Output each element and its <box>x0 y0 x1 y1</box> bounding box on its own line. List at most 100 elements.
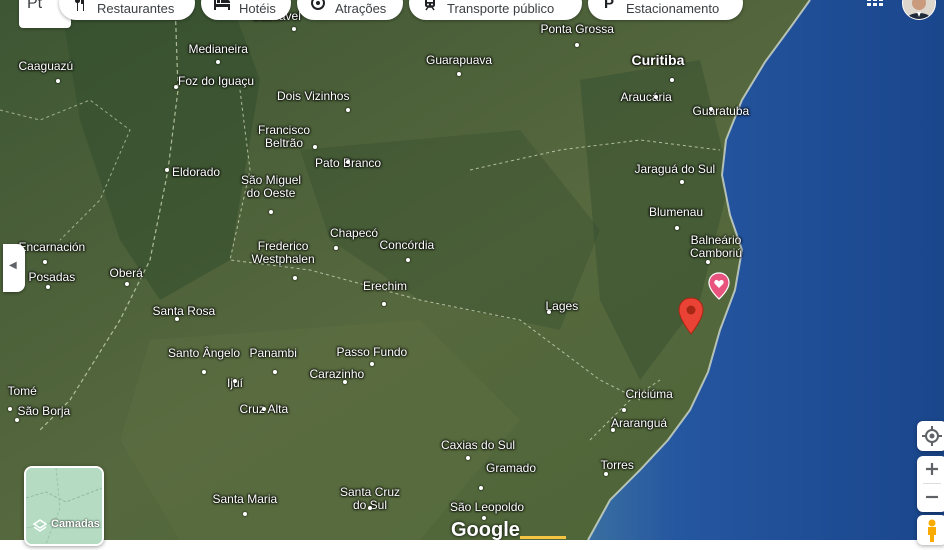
layers-stack-icon <box>32 519 48 538</box>
place-dot <box>243 512 247 516</box>
place-dot <box>604 472 608 476</box>
place-label[interactable]: Gramado <box>486 462 536 475</box>
google-logo: Google <box>451 519 520 540</box>
place-dot <box>368 506 372 510</box>
place-dot <box>292 27 296 31</box>
chip-transporte-publico[interactable]: Transporte público <box>409 0 582 20</box>
saved-place-pin[interactable] <box>708 272 730 300</box>
place-label[interactable]: Araranguá <box>611 417 667 430</box>
place-dot <box>56 79 60 83</box>
apps-grid-button[interactable] <box>866 0 884 12</box>
route-line <box>520 536 566 539</box>
crosshair-icon <box>922 426 942 446</box>
map-pin-icon <box>678 297 704 335</box>
place-label[interactable]: Tomé <box>8 385 37 398</box>
plus-icon <box>926 463 938 475</box>
place-dot <box>654 95 658 99</box>
place-label[interactable]: Concórdia <box>380 239 435 252</box>
place-label[interactable]: Balneário Camboriú <box>690 234 742 260</box>
chip-label: Restaurantes <box>97 0 175 16</box>
minus-icon <box>926 495 938 499</box>
place-dot <box>457 72 461 76</box>
chip-label: Estacionamento <box>626 0 720 16</box>
zoom-out-button[interactable] <box>917 484 944 511</box>
chip-atracoes[interactable]: Atrações <box>297 0 403 20</box>
place-dot <box>46 285 50 289</box>
zoom-in-button[interactable] <box>917 456 944 483</box>
place-dot <box>575 43 579 47</box>
place-dot <box>547 310 551 314</box>
side-panel-toggle[interactable]: ◀ <box>3 244 25 292</box>
place-label[interactable]: Santa Maria <box>213 493 278 506</box>
bed-icon <box>213 0 231 12</box>
place-label[interactable]: Torres <box>601 459 634 472</box>
place-label[interactable]: Frederico Westphalen <box>252 240 315 266</box>
place-label[interactable]: Passo Fundo <box>337 346 408 359</box>
place-label[interactable]: Santa Rosa <box>153 305 216 318</box>
place-dot <box>611 428 615 432</box>
place-dot <box>269 210 273 214</box>
place-dot <box>622 408 626 412</box>
place-dot <box>175 317 179 321</box>
parking-icon: P <box>603 0 614 12</box>
place-label[interactable]: Guaratuba <box>693 105 750 118</box>
place-label[interactable]: Panambi <box>250 347 297 360</box>
chip-estacionamento[interactable]: P Estacionamento <box>588 0 743 20</box>
place-label[interactable]: Francisco Beltrão <box>258 124 310 150</box>
place-dot <box>343 380 347 384</box>
place-label[interactable]: Guarapuava <box>426 54 492 67</box>
place-dot <box>479 486 483 490</box>
place-label[interactable]: Carazinho <box>310 368 365 381</box>
place-dot <box>670 78 674 82</box>
heart-pin-icon <box>708 272 730 300</box>
chip-label: Atrações <box>335 0 387 16</box>
place-dot <box>706 260 710 264</box>
place-label[interactable]: Eldorado <box>172 166 220 179</box>
place-label[interactable]: Oberá <box>110 267 143 280</box>
chip-hoteis[interactable]: Hotéis <box>201 0 291 20</box>
place-dot <box>273 370 277 374</box>
place-label[interactable]: Dois Vizinhos <box>277 90 349 103</box>
place-label[interactable]: Caxias do Sul <box>441 439 515 452</box>
place-dot <box>202 370 206 374</box>
place-label[interactable]: São Miguel do Oeste <box>241 174 301 200</box>
place-dot <box>466 456 470 460</box>
place-label[interactable]: Ponta Grossa <box>541 23 614 36</box>
chevron-left-icon: ◀ <box>9 260 17 271</box>
place-dot <box>262 407 266 411</box>
apps-grid-icon <box>867 0 883 6</box>
place-label[interactable]: Curitiba <box>632 53 685 67</box>
place-label[interactable]: Santo Ângelo <box>168 347 240 360</box>
place-dot <box>346 108 350 112</box>
place-label[interactable]: Jaraguá do Sul <box>635 163 716 176</box>
place-label[interactable]: Chapecó <box>330 227 378 240</box>
red-location-pin[interactable] <box>678 297 704 335</box>
place-label[interactable]: Foz do Iguaçu <box>178 75 254 88</box>
place-dot <box>125 282 129 286</box>
place-label[interactable]: Araucária <box>621 91 672 104</box>
place-label[interactable]: Caaguazú <box>19 60 74 73</box>
place-label[interactable]: Posadas <box>29 271 76 284</box>
place-label[interactable]: São Leopoldo <box>450 501 524 514</box>
street-view-pegman[interactable] <box>917 515 944 545</box>
chip-label: Transporte público <box>447 0 555 16</box>
place-dot <box>233 379 237 383</box>
place-dot <box>43 260 47 264</box>
place-dot <box>680 180 684 184</box>
place-label[interactable]: Erechim <box>363 280 407 293</box>
place-dot <box>174 85 178 89</box>
place-label[interactable]: São Borja <box>18 405 71 418</box>
place-dot <box>675 226 679 230</box>
place-dot <box>370 362 374 366</box>
place-label[interactable]: Medianeira <box>189 43 248 56</box>
fork-knife-icon <box>71 0 89 12</box>
satellite-map[interactable]: CascavelMedianeiraCaaguazúFoz do IguaçuD… <box>0 0 944 540</box>
chip-restaurantes[interactable]: Restaurantes <box>59 0 195 20</box>
chip-label: Hotéis <box>239 0 276 16</box>
place-dot <box>406 258 410 262</box>
place-label[interactable]: Encarnación <box>19 241 86 254</box>
my-location-button[interactable] <box>917 421 944 451</box>
place-label[interactable]: Criciúma <box>626 388 673 401</box>
place-dot <box>709 107 713 111</box>
place-label[interactable]: Blumenau <box>649 206 703 219</box>
